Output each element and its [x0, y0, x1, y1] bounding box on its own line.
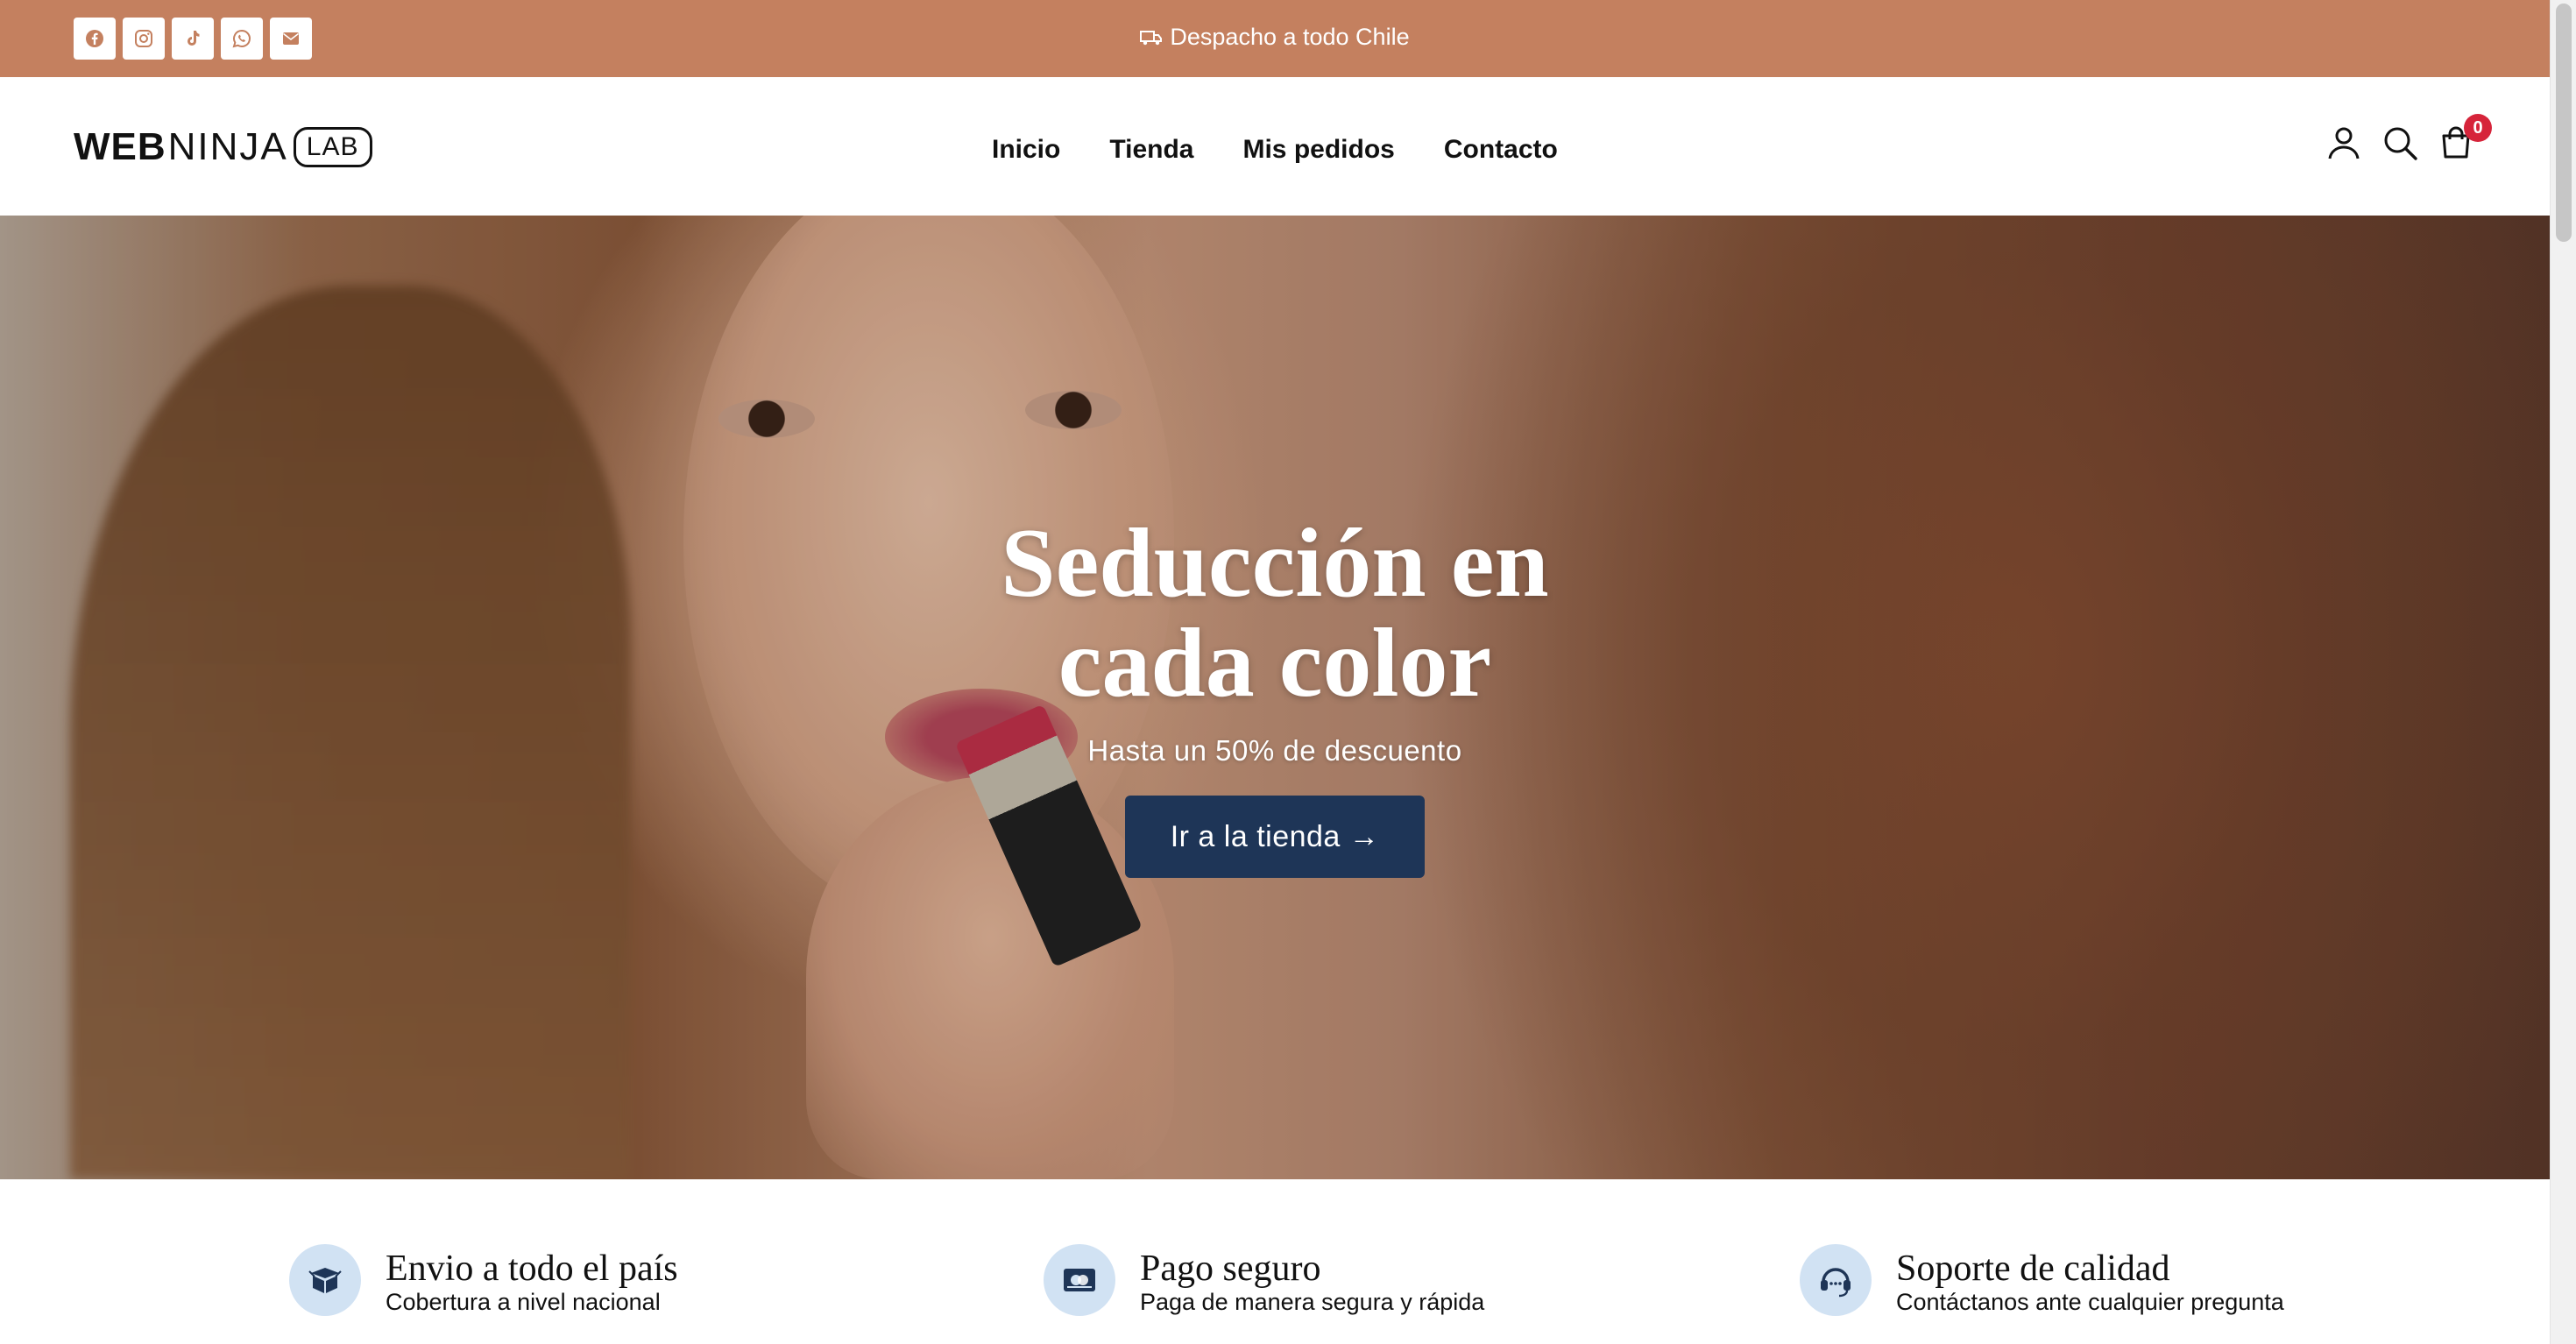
features-strip: Envio a todo el país Cobertura a nivel n… — [0, 1179, 2550, 1344]
top-announcement-bar: Despacho a todo Chile — [0, 0, 2550, 77]
header-actions: 0 — [2324, 114, 2492, 165]
cart-button[interactable]: 0 — [2436, 114, 2492, 165]
page-scrollbar[interactable] — [2550, 0, 2576, 1344]
box-icon — [308, 1268, 342, 1293]
nav-item-mis-pedidos[interactable]: Mis pedidos — [1242, 128, 1394, 172]
go-to-store-button[interactable]: Ir a la tienda → — [1125, 796, 1425, 878]
shipping-announcement: Despacho a todo Chile — [0, 19, 2550, 54]
nav-item-tienda[interactable]: Tienda — [1109, 128, 1193, 172]
main-nav: Inicio Tienda Mis pedidos Contacto — [992, 128, 1558, 172]
feature-title: Pago seguro — [1140, 1249, 1321, 1289]
feature-title: Envio a todo el país — [386, 1249, 678, 1289]
feature-icon-circle — [1800, 1244, 1872, 1316]
logo-text-lab: LAB — [293, 127, 372, 167]
logo-text-web: WEB — [74, 125, 166, 168]
feature-description: Paga de manera segura y rápida — [1140, 1289, 1485, 1315]
truck-icon — [1140, 31, 1163, 46]
feature-description: Cobertura a nivel nacional — [386, 1289, 661, 1315]
payment-card-icon — [1064, 1269, 1095, 1291]
feature-text: Soporte de calidad Contáctanos ante cual… — [1896, 1249, 2284, 1316]
search-button[interactable] — [2380, 121, 2420, 165]
nav-item-contacto[interactable]: Contacto — [1444, 128, 1558, 172]
hero-banner: Seducción en cada color Hasta un 50% de … — [0, 216, 2550, 1179]
scrollbar-thumb[interactable] — [2556, 4, 2572, 242]
search-icon — [2384, 127, 2417, 160]
hero-title: Seducción en cada color — [0, 513, 2550, 713]
feature-icon-circle — [1044, 1244, 1115, 1316]
user-icon — [2328, 127, 2360, 159]
feature-support: Soporte de calidad Contáctanos ante cual… — [1800, 1244, 2284, 1316]
feature-description: Contáctanos ante cualquier pregunta — [1896, 1289, 2284, 1315]
feature-text: Envio a todo el país Cobertura a nivel n… — [386, 1249, 678, 1316]
shipping-text: Despacho a todo Chile — [1170, 24, 1410, 50]
hero-subtitle: Hasta un 50% de descuento — [1087, 734, 1462, 767]
feature-title: Soporte de calidad — [1896, 1249, 2170, 1289]
headset-icon — [1821, 1268, 1851, 1298]
feature-payment: Pago seguro Paga de manera segura y rápi… — [1044, 1244, 1484, 1316]
cart-count-badge: 0 — [2464, 114, 2492, 142]
account-button[interactable] — [2324, 121, 2364, 165]
site-logo[interactable]: WEB NINJA LAB — [74, 124, 372, 170]
feature-icon-circle — [289, 1244, 361, 1316]
hero-title-line1: Seducción en — [1001, 509, 1549, 618]
nav-item-inicio[interactable]: Inicio — [992, 128, 1060, 172]
site-header: WEB NINJA LAB Inicio Tienda Mis pedidos … — [0, 77, 2550, 216]
feature-text: Pago seguro Paga de manera segura y rápi… — [1140, 1249, 1484, 1316]
feature-shipping: Envio a todo el país Cobertura a nivel n… — [289, 1244, 678, 1316]
hero-title-line2: cada color — [1058, 609, 1492, 718]
logo-text-ninja: NINJA — [167, 125, 288, 168]
